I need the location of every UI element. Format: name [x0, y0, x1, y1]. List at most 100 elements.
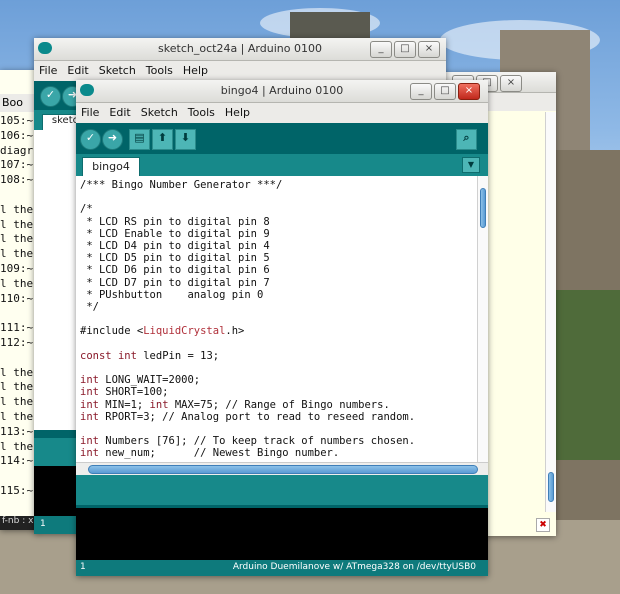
new-file-icon: ▤ [134, 131, 145, 144]
save-button[interactable]: ⬇ [175, 129, 196, 150]
editor-vertical-scrollbar[interactable] [477, 176, 488, 462]
code-line: * LCD RS pin to digital pin 8 [80, 215, 270, 228]
code-line: int SHORT=100; [80, 386, 169, 399]
minimize-button[interactable]: _ [370, 41, 392, 58]
magnifier-icon: ⌕ [463, 131, 470, 144]
message-area [76, 475, 488, 505]
terminal-line: l the [0, 217, 34, 231]
code-line: const int ledPin = 13; [80, 349, 220, 362]
line-number: 1 [80, 562, 86, 572]
terminal-line: l the [0, 365, 34, 379]
terminal-line: 109:~ [0, 261, 34, 275]
status-bar: 1 Arduino Duemilanove w/ ATmega328 on /d… [76, 560, 488, 576]
code-line: #include <LiquidCrystal.h> [80, 325, 245, 338]
menubar: File Edit Sketch Tools Help [34, 61, 446, 81]
menu-tools[interactable]: Tools [141, 61, 178, 77]
terminal-line: l the [0, 409, 34, 423]
terminal-line: 113:~ [0, 424, 34, 438]
menubar: File Edit Sketch Tools Help [76, 103, 488, 123]
menu-file[interactable]: File [76, 103, 104, 119]
minimize-button[interactable]: _ [410, 83, 432, 100]
serial-monitor-button[interactable]: ⌕ [456, 129, 477, 150]
verify-button[interactable]: ✓ [80, 129, 101, 150]
code-line: * LCD Enable to digital pin 9 [80, 227, 270, 240]
code-line: int LONG_WAIT=2000; [80, 374, 201, 387]
code-editor[interactable]: /*** Bingo Number Generator ***/ /* * LC… [76, 176, 488, 462]
check-icon: ✓ [85, 131, 96, 144]
terminal-line: l the [0, 202, 34, 216]
terminal-line: l the [0, 439, 34, 453]
code-line: */ [80, 301, 99, 314]
code-line: int MIN=1; int MAX=75; // Range of Bingo… [80, 398, 390, 411]
scroll-thumb[interactable] [88, 465, 478, 474]
code-line: int Numbers [76]; // To keep track of nu… [80, 435, 416, 448]
terminal-menu-fragment[interactable]: Boo [2, 96, 23, 109]
close-button[interactable]: × [500, 75, 522, 92]
arrow-down-icon: ⬇ [180, 131, 191, 144]
terminal-line: l the [0, 232, 34, 246]
maximize-button[interactable]: □ [394, 41, 416, 58]
terminal-line: l the [0, 395, 34, 409]
arduino-window-bingo4[interactable]: bingo4 | Arduino 0100 _ □ × File Edit Sket… [76, 80, 488, 576]
right-window-scrollbar[interactable] [545, 112, 556, 512]
open-button[interactable]: ⬆ [152, 129, 173, 150]
menu-help[interactable]: Help [220, 103, 255, 119]
chevron-down-icon: ▼ [467, 160, 475, 169]
menu-edit[interactable]: Edit [62, 61, 93, 77]
terminal-line: 114:~ [0, 454, 34, 468]
menu-tools[interactable]: Tools [183, 103, 220, 119]
menu-file[interactable]: File [34, 61, 62, 77]
code-line: /*** Bingo Number Generator ***/ [80, 179, 283, 191]
terminal-line: 105:~ [0, 114, 34, 127]
close-button[interactable]: × [418, 41, 440, 58]
terminal-line: 112:~ [0, 335, 34, 349]
scroll-thumb[interactable] [480, 188, 486, 228]
tab-strip: bingo4 ▼ [76, 154, 488, 177]
code-line: int RPORT=3; // Analog port to read to r… [80, 410, 416, 423]
arrow-right-icon: ➜ [107, 131, 118, 144]
menu-edit[interactable]: Edit [104, 103, 135, 119]
editor-horizontal-scrollbar[interactable] [76, 462, 488, 476]
terminal-line: l the [0, 247, 34, 261]
terminal-line: 111:~ [0, 321, 34, 335]
board-info: Arduino Duemilanove w/ ATmega328 on /dev… [232, 562, 476, 572]
code-line: * LCD D7 pin to digital pin 7 [80, 276, 270, 289]
terminal-line: l the [0, 380, 34, 394]
new-button[interactable]: ▤ [129, 129, 150, 150]
maximize-button[interactable]: □ [434, 83, 456, 100]
terminal-line: 107:~ [0, 158, 34, 172]
terminal-line: diagr [0, 143, 34, 157]
terminal-line: 108:~ [0, 173, 34, 187]
terminal-text: 105:~ 106:~ diagr 107:~ 108:~ l the l the l th… [0, 114, 33, 499]
tab-bingo4[interactable]: bingo4 [82, 157, 140, 177]
code-line: * LCD D6 pin to digital pin 6 [80, 264, 270, 277]
upload-button[interactable]: ➜ [102, 129, 123, 150]
code-line: * LCD D5 pin to digital pin 5 [80, 252, 270, 265]
toolbar: ✓ ➜ ▤ ⬆ ⬇ ⌕ [76, 124, 488, 154]
line-number: 1 [40, 519, 46, 529]
code-line: /* [80, 203, 93, 216]
close-button[interactable]: × [458, 83, 480, 100]
menu-help[interactable]: Help [178, 61, 213, 77]
terminal-line: 110:~ [0, 291, 34, 305]
terminal-line: 106:~ [0, 128, 34, 142]
tab-menu-button[interactable]: ▼ [462, 157, 480, 173]
close-error-icon[interactable]: ✖ [536, 518, 550, 532]
terminal-line: l the [0, 276, 34, 290]
code-line: * LCD D4 pin to digital pin 4 [80, 240, 270, 253]
verify-button[interactable]: ✓ [40, 86, 61, 107]
menu-sketch[interactable]: Sketch [94, 61, 141, 77]
arrow-up-icon: ⬆ [157, 131, 168, 144]
code-line: * PUshbutton analog pin 0 [80, 288, 264, 301]
console-output [76, 508, 488, 560]
code-line: int new_num; // Newest Bingo number. [80, 447, 340, 460]
menu-sketch[interactable]: Sketch [136, 103, 183, 119]
